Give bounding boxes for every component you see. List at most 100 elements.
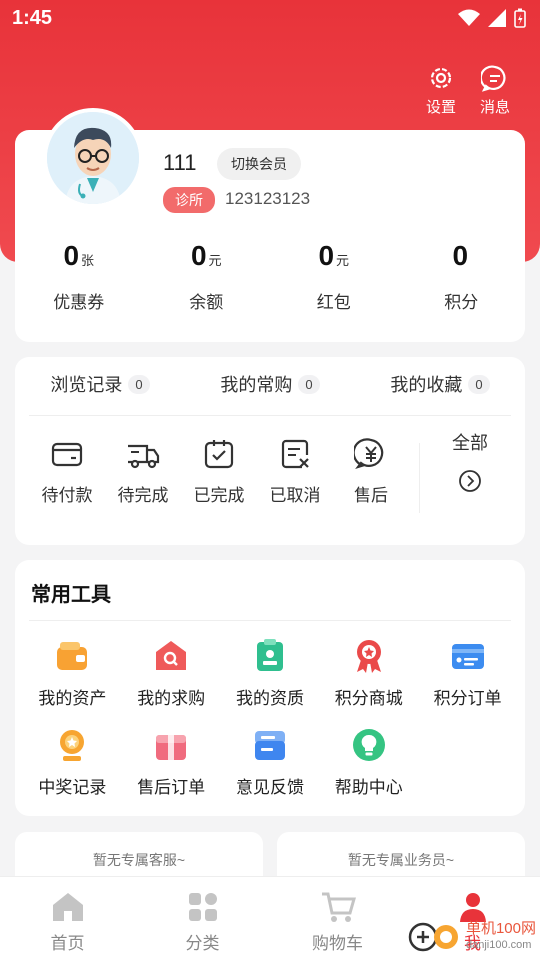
watermark: 单机100网 danji100.com: [408, 920, 536, 954]
truck-icon: [128, 444, 160, 469]
lightbulb-icon: [352, 729, 385, 761]
divider: [419, 443, 420, 513]
count-badge: 0: [468, 374, 490, 394]
tool-after-sales-orders[interactable]: 售后订单: [122, 727, 221, 798]
gear-icon: [430, 67, 452, 89]
count-badge: 0: [298, 374, 320, 394]
tab-label: 我的收藏: [390, 375, 463, 395]
feedback-icon: [254, 731, 285, 760]
watermark-line2: danji100.com: [465, 939, 532, 951]
asset-stats: 0张 优惠券 0元 余额 0元 红包 0 积分: [15, 240, 525, 313]
nav-label: 分类: [185, 934, 220, 953]
order-pending-completion[interactable]: 待完成: [105, 437, 181, 513]
tool-label: 积分订单: [433, 689, 502, 708]
tool-points-orders[interactable]: 积分订单: [418, 638, 517, 709]
all-orders-button[interactable]: 全部: [430, 429, 510, 513]
orders-card: 浏览记录 0 我的常购 0 我的收藏 0 待付款 待完成 已完成 已取消 售后 全部: [15, 357, 525, 545]
nav-label: 首页: [50, 934, 85, 953]
stat-unit: 元: [208, 253, 222, 268]
tool-label: 帮助中心: [334, 778, 403, 797]
tool-my-assets[interactable]: 我的资产: [23, 638, 122, 709]
tab-label: 浏览记录: [50, 375, 123, 395]
stat-label: 优惠券: [53, 293, 105, 312]
settings-button[interactable]: 设置: [426, 64, 456, 117]
tab-frequent-purchases[interactable]: 我的常购 0: [185, 371, 355, 397]
order-completed[interactable]: 已完成: [181, 437, 257, 513]
header-actions: 设置 消息: [426, 64, 510, 117]
search-house-icon: [156, 641, 187, 670]
cart-icon: [321, 892, 356, 922]
order-cancelled[interactable]: 已取消: [257, 437, 333, 513]
order-label: 已完成: [193, 486, 245, 505]
avatar[interactable]: [43, 108, 143, 208]
salesperson-text: 暂无专属业务员~: [347, 852, 455, 868]
settings-label: 设置: [425, 99, 456, 116]
stat-value: 0: [63, 240, 80, 271]
clipboard-check-icon: [204, 440, 234, 469]
count-badge: 0: [128, 374, 150, 394]
tool-prize-records[interactable]: 中奖记录: [23, 727, 122, 798]
stat-points[interactable]: 0 积分: [398, 240, 526, 313]
tool-label: 我的求购: [137, 689, 206, 708]
history-tabs: 浏览记录 0 我的常购 0 我的收藏 0: [15, 371, 525, 397]
stat-unit: 元: [336, 253, 350, 268]
switch-member-button[interactable]: 切换会员: [217, 148, 301, 180]
card-icon: [451, 644, 484, 669]
stat-label: 积分: [444, 293, 479, 312]
tool-label: 我的资质: [235, 689, 304, 708]
status-time: 1:45: [12, 7, 53, 29]
tab-label: 我的常购: [220, 375, 293, 395]
order-pending-payment[interactable]: 待付款: [29, 437, 105, 513]
tool-label: 积分商城: [334, 689, 403, 708]
watermark-logo-icon: [408, 922, 458, 952]
tab-favorites[interactable]: 我的收藏 0: [355, 371, 525, 397]
wifi-icon: [458, 9, 480, 26]
tool-label: 中奖记录: [38, 778, 107, 797]
nav-category[interactable]: 分类: [135, 877, 270, 960]
messages-button[interactable]: 消息: [480, 64, 510, 117]
stat-unit: 张: [81, 253, 95, 268]
order-label: 售后: [354, 486, 388, 505]
stat-coupons[interactable]: 0张 优惠券: [15, 240, 143, 313]
status-bar: 1:45: [0, 0, 540, 38]
watermark-line1: 单机100网: [465, 920, 536, 937]
order-label: 已取消: [269, 486, 321, 505]
tool-feedback[interactable]: 意见反馈: [221, 727, 320, 798]
wallet-icon: [57, 642, 88, 670]
wallet-icon: [51, 442, 83, 467]
nav-home[interactable]: 首页: [0, 877, 135, 960]
status-icons: [458, 8, 526, 28]
signal-icon: [488, 9, 506, 27]
stat-balance[interactable]: 0元 余额: [143, 240, 271, 313]
tool-label: 售后订单: [137, 778, 206, 797]
stat-red-packet[interactable]: 0元 红包: [270, 240, 398, 313]
user-type-badge: 诊所: [163, 187, 215, 213]
battery-icon: [514, 8, 526, 28]
tools-card: 常用工具 我的资产 我的求购 我的资质 积分商城 积分订单 中奖记录 售后订单 …: [15, 560, 525, 816]
order-label: 待付款: [41, 486, 93, 505]
nav-cart[interactable]: 购物车: [270, 877, 405, 960]
watermark-text: 单机100网 danji100.com: [466, 921, 536, 953]
tool-help-center[interactable]: 帮助中心: [319, 727, 418, 798]
home-icon: [52, 893, 83, 921]
stat-label: 余额: [189, 293, 224, 312]
medal-icon: [356, 640, 381, 673]
stat-value: 0: [318, 240, 335, 271]
tool-label: 意见反馈: [235, 778, 304, 797]
all-orders-label: 全部: [452, 433, 488, 453]
divider: [29, 620, 511, 621]
order-label: 待完成: [117, 486, 169, 505]
yuan-chat-icon: [354, 438, 384, 470]
order-status-row: 待付款 待完成 已完成 已取消 售后 全部: [15, 433, 525, 513]
order-after-sales[interactable]: 售后: [333, 437, 409, 513]
stat-label: 红包: [316, 293, 351, 312]
tool-points-mall[interactable]: 积分商城: [319, 638, 418, 709]
gift-box-icon: [156, 735, 187, 760]
tool-my-requests[interactable]: 我的求购: [122, 638, 221, 709]
messages-label: 消息: [479, 99, 510, 116]
user-name: 111: [163, 150, 197, 175]
profile-card: 111 切换会员 诊所 123123123 0张 优惠券 0元 余额 0元 红包…: [15, 108, 525, 342]
tool-my-qualifications[interactable]: 我的资质: [221, 638, 320, 709]
tab-browse-history[interactable]: 浏览记录 0: [15, 371, 185, 397]
nav-label: 购物车: [312, 934, 363, 953]
